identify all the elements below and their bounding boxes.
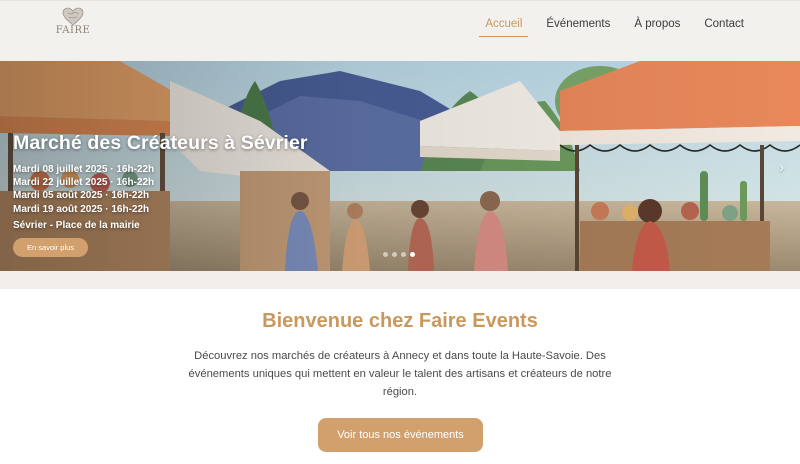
welcome-title: Bienvenue chez Faire Events	[262, 310, 538, 332]
hero-date: Mardi 08 juillet 2025 · 16h-22h	[13, 164, 155, 175]
hero-title: Marché des Créateurs à Sévrier	[13, 132, 308, 154]
site-header: FAIRE Accueil Événements À propos Contac…	[0, 0, 800, 61]
hero-date: Mardi 22 juillet 2025 · 16h-22h	[13, 177, 155, 189]
chevron-right-icon[interactable]: ›	[779, 159, 784, 175]
nav-item-contact[interactable]: Contact	[692, 17, 756, 37]
welcome-text: Découvrez nos marchés de créateurs à Ann…	[188, 350, 612, 398]
hero-date: Mardi 19 août 2025 · 16h-22h	[13, 203, 150, 215]
heart-logo-icon	[62, 7, 84, 26]
main-nav: Accueil Événements À propos Contact	[473, 17, 756, 37]
slider-dot-active[interactable]	[410, 252, 415, 257]
view-all-events-button[interactable]: Voir tous nos événements	[318, 418, 483, 452]
learn-more-button[interactable]: En savoir plus	[13, 238, 88, 257]
slider-dots	[383, 252, 415, 257]
nav-item-evenements[interactable]: Événements	[534, 17, 622, 37]
logo[interactable]: FAIRE	[52, 7, 94, 47]
hero-slider: Marché des Créateurs à Sévrier Mardi 08 …	[0, 61, 800, 271]
slider-dot[interactable]	[401, 252, 406, 257]
slider-dot[interactable]	[383, 252, 388, 257]
hero-place: Sévrier - Place de la mairie	[13, 219, 140, 231]
section-divider	[0, 271, 800, 289]
slider-dot[interactable]	[392, 252, 397, 257]
hero-caption: Marché des Créateurs à Sévrier Mardi 08 …	[13, 132, 308, 231]
logo-text: FAIRE	[55, 25, 91, 36]
hero-date: Mardi 05 août 2025 · 16h-22h	[13, 190, 150, 202]
nav-item-accueil[interactable]: Accueil	[473, 17, 534, 37]
nav-item-a-propos[interactable]: À propos	[622, 17, 692, 37]
